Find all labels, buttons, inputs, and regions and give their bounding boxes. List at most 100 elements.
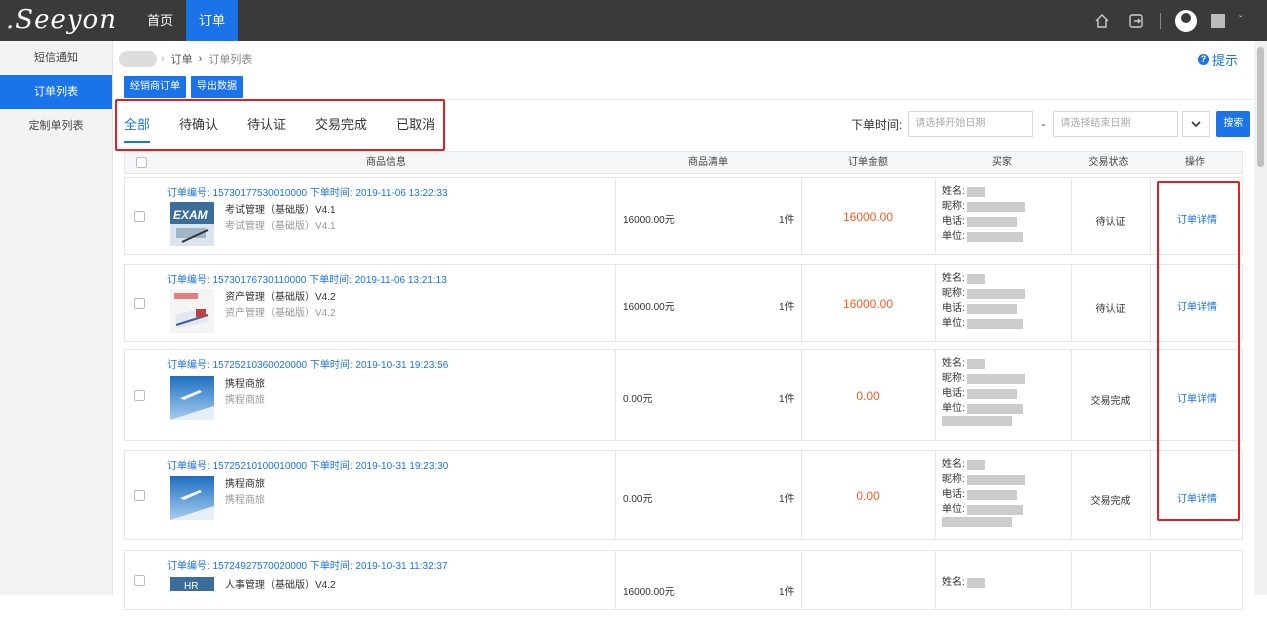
- sidebar: 短信通知 订单列表 定制单列表: [0, 41, 113, 595]
- nav-orders[interactable]: 订单: [186, 0, 239, 41]
- unit-price: 0.00元: [623, 494, 653, 505]
- chevron-down-icon[interactable]: ˇ: [1239, 15, 1247, 26]
- breadcrumb-blurred: [119, 51, 157, 67]
- cell-divider: [1071, 551, 1072, 609]
- buyer-nick-label: 昵称:: [942, 201, 965, 212]
- blurred-value: [966, 201, 1025, 212]
- seeyon-logo[interactable]: .Seeyon: [6, 4, 116, 36]
- order-header: 订单编号: 15730177530010000 下单时间: 2019-11-06…: [167, 188, 448, 199]
- avatar[interactable]: [1175, 9, 1197, 32]
- buyer-phone: 电话:: [942, 301, 1071, 316]
- svg-text:EXAM: EXAM: [173, 208, 209, 222]
- chevron-down-icon[interactable]: [1182, 111, 1211, 137]
- quantity: 1件: [779, 494, 795, 505]
- col-product-info: 商品信息: [366, 157, 406, 168]
- start-date-input[interactable]: 请选择开始日期: [908, 111, 1034, 137]
- product-thumbnail[interactable]: [170, 289, 214, 333]
- cell-divider: [935, 178, 936, 254]
- home-icon[interactable]: [1092, 11, 1112, 31]
- quantity: 1件: [779, 302, 795, 313]
- top-nav: 首页 订单: [134, 0, 239, 41]
- scrollbar-thumb[interactable]: [1257, 47, 1264, 167]
- product-name[interactable]: 携程商旅: [225, 375, 265, 390]
- product-subtitle: 资产管理（基础版）V4.2: [225, 308, 336, 319]
- question-icon: ?: [1197, 54, 1209, 65]
- buyer-unit-label: 单位:: [942, 231, 965, 242]
- buyer-phone: 电话:: [942, 386, 1071, 401]
- svg-text:HR: HR: [184, 581, 198, 591]
- unit-price: 16000.00元: [623, 587, 675, 598]
- buyer-name-label: 姓名:: [942, 186, 965, 197]
- cell-divider: [935, 551, 936, 609]
- row-checkbox[interactable]: [134, 575, 145, 586]
- order-amount: 0.00: [856, 389, 880, 403]
- breadcrumb-separator: ›: [161, 53, 165, 65]
- buyer-phone-label: 电话:: [942, 489, 965, 500]
- buyer-info: 姓名: 昵称: 电话: 单位:: [937, 271, 1071, 331]
- product-thumbnail[interactable]: [170, 376, 214, 420]
- sidebar-item-order-list[interactable]: 订单列表: [0, 75, 112, 109]
- buyer-phone: 电话:: [942, 487, 1071, 502]
- scrollbar[interactable]: [1254, 41, 1267, 595]
- logout-icon[interactable]: [1126, 11, 1146, 31]
- buyer-name-label: 姓名:: [942, 358, 965, 369]
- breadcrumb-parent[interactable]: 订单: [171, 51, 193, 67]
- order-row: 订单编号: 15725210360020000 下单时间: 2019-10-31…: [124, 349, 1243, 441]
- product-name[interactable]: 人事管理（基础版）V4.2: [225, 576, 336, 591]
- buyer-name: 姓名:: [942, 184, 1071, 199]
- blurred-value: [966, 474, 1025, 485]
- blurred-value: [966, 273, 985, 284]
- buyer-info: 姓名: 昵称: 电话: 单位:: [937, 184, 1071, 244]
- nav-home[interactable]: 首页: [134, 0, 186, 41]
- date-filter: 下单时间: 请选择开始日期 - 请选择结束日期 搜索: [851, 111, 1251, 137]
- row-checkbox[interactable]: [134, 211, 145, 222]
- export-button[interactable]: 导出数据: [191, 76, 243, 98]
- cell-divider: [615, 350, 616, 440]
- blurred-value: [966, 504, 1023, 515]
- product-name[interactable]: 考试管理（基础版）V4.1: [225, 201, 336, 216]
- product-subtitle: 携程商旅: [225, 395, 265, 406]
- blurred-value: [942, 517, 1012, 527]
- buyer-name: 姓名:: [942, 575, 1071, 590]
- end-date-input[interactable]: 请选择结束日期: [1053, 111, 1179, 137]
- buyer-name: 姓名:: [942, 457, 1071, 472]
- blurred-value: [966, 186, 985, 197]
- sidebar-item-sms[interactable]: 短信通知: [0, 41, 112, 75]
- product-thumbnail[interactable]: EXAM: [170, 202, 214, 246]
- breadcrumb-separator: ›: [198, 53, 203, 65]
- product-name[interactable]: 携程商旅: [225, 475, 265, 490]
- select-all-checkbox[interactable]: [135, 157, 147, 168]
- order-row: 订单编号: 15725210100010000 下单时间: 2019-10-31…: [124, 450, 1243, 540]
- buyer-unit-cont: [942, 416, 1071, 426]
- order-header: 订单编号: 15730176730110000 下单时间: 2019-11-06…: [167, 275, 447, 286]
- breadcrumb: › 订单 › 订单列表: [119, 49, 252, 69]
- row-checkbox[interactable]: [134, 298, 145, 309]
- product-thumbnail[interactable]: [170, 476, 214, 520]
- blurred-value: [966, 388, 1017, 399]
- sidebar-item-custom-list[interactable]: 定制单列表: [0, 109, 112, 143]
- buyer-info: 姓名: 昵称: 电话: 单位:: [937, 356, 1071, 426]
- user-name-blurred[interactable]: [1211, 13, 1225, 28]
- help-label: 提示: [1211, 53, 1238, 68]
- buyer-info: 姓名:: [937, 575, 1071, 590]
- row-checkbox[interactable]: [134, 490, 145, 501]
- date-dash: -: [1041, 117, 1046, 131]
- product-name[interactable]: 资产管理（基础版）V4.2: [225, 288, 336, 303]
- buyer-phone: 电话:: [942, 214, 1071, 229]
- trade-status: 待认证: [1095, 304, 1126, 315]
- cell-divider: [801, 551, 802, 609]
- dealer-order-button[interactable]: 经销商订单: [124, 76, 186, 98]
- search-button[interactable]: 搜索: [1216, 111, 1251, 137]
- quantity: 1件: [779, 215, 795, 226]
- blurred-value: [966, 231, 1023, 242]
- buyer-phone-label: 电话:: [942, 303, 965, 314]
- buyer-unit-label: 单位:: [942, 403, 965, 414]
- order-amount: 16000.00: [842, 297, 894, 311]
- order-amount: 0.00: [856, 489, 880, 503]
- row-checkbox[interactable]: [134, 390, 145, 401]
- blurred-value: [966, 216, 1017, 227]
- product-thumbnail[interactable]: HR: [170, 577, 214, 621]
- top-bar: .Seeyon 首页 订单 ˇ: [0, 0, 1267, 41]
- help-link[interactable]: ? 提示: [1197, 50, 1238, 69]
- order-row: 订单编号: 15730177530010000 下单时间: 2019-11-06…: [124, 177, 1243, 255]
